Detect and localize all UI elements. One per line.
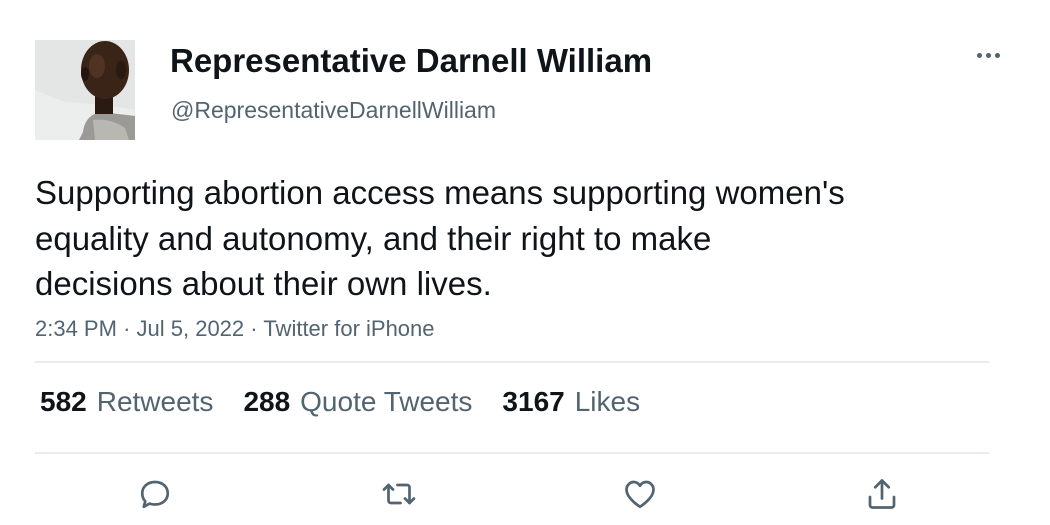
avatar[interactable] [35, 40, 135, 140]
retweets-count: 582 [40, 386, 87, 417]
tweet-text-line: decisions about their own lives. [35, 265, 492, 302]
quote-tweets-label: Quote Tweets [300, 386, 473, 417]
more-dot [976, 52, 982, 58]
share-button[interactable] [860, 472, 904, 516]
meta-separator: · [123, 316, 131, 341]
retweet-icon [382, 483, 416, 505]
more-dot [994, 52, 1000, 58]
tweet-stats: 582 Retweets 288 Quote Tweets 3167 Likes [40, 386, 640, 418]
likes-label: Likes [574, 386, 641, 417]
likes-count: 3167 [502, 386, 565, 417]
author-handle[interactable]: @RepresentativeDarnellWilliam [171, 97, 496, 124]
tweet-date[interactable]: Jul 5, 2022 [137, 316, 245, 341]
more-options-button[interactable] [968, 40, 1008, 70]
quote-tweets-count: 288 [243, 386, 291, 417]
more-dot [985, 52, 991, 58]
tweet-meta: 2:34 PM · Jul 5, 2022 · Twitter for iPho… [35, 316, 435, 342]
divider [35, 361, 989, 363]
tweet-text-line: Supporting abortion access means support… [35, 174, 845, 211]
meta-separator: · [250, 316, 258, 341]
tweet-time[interactable]: 2:34 PM [35, 316, 117, 341]
share-icon [868, 479, 896, 509]
avatar-image [35, 40, 135, 140]
retweets-stat[interactable]: 582 Retweets [40, 386, 213, 418]
reply-icon [140, 480, 170, 509]
retweets-label: Retweets [96, 386, 214, 417]
tweet-text: Supporting abortion access means support… [35, 170, 995, 307]
author-display-name[interactable]: Representative Darnell William [170, 42, 652, 80]
divider [35, 452, 989, 454]
retweet-button[interactable] [377, 472, 421, 516]
tweet-source[interactable]: Twitter for iPhone [263, 316, 434, 341]
like-icon [625, 480, 655, 509]
reply-button[interactable] [133, 472, 177, 516]
likes-stat[interactable]: 3167 Likes [502, 386, 640, 418]
like-button[interactable] [618, 472, 662, 516]
tweet-text-line: equality and autonomy, and their right t… [35, 219, 712, 257]
tweet-actions [0, 472, 1050, 517]
quote-tweets-stat[interactable]: 288 Quote Tweets [243, 386, 472, 418]
